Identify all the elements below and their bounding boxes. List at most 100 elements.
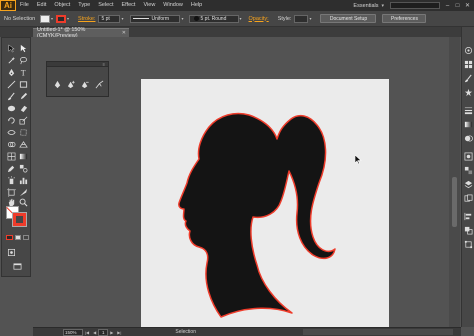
graphic-styles-panel-icon[interactable]: [464, 162, 473, 175]
chevron-down-icon[interactable]: ▾: [121, 16, 123, 21]
rotate-tool-icon[interactable]: [6, 115, 16, 125]
previous-artboard-icon[interactable]: ◀: [93, 330, 96, 335]
free-transform-tool-icon[interactable]: [18, 127, 28, 137]
artboard[interactable]: [141, 79, 389, 329]
document-tab[interactable]: Untitled-1* @ 150% (CMYK/Preview) ✕: [33, 27, 129, 39]
stroke-panel-icon[interactable]: [464, 102, 473, 115]
menu-type[interactable]: Type: [74, 0, 94, 11]
pen-tool-icon[interactable]: [6, 67, 16, 77]
magic-wand-tool-icon[interactable]: [6, 55, 16, 65]
eyedropper-tool-icon[interactable]: [6, 163, 16, 173]
menu-effect[interactable]: Effect: [118, 0, 140, 11]
variable-width-profile[interactable]: Uniform: [130, 14, 181, 23]
line-segment-tool-icon[interactable]: [6, 79, 16, 89]
none-mode-icon[interactable]: [23, 235, 29, 240]
color-mode-icon[interactable]: [15, 235, 21, 240]
silhouette-path[interactable]: [178, 112, 336, 318]
floating-tool-panel[interactable]: ≡: [46, 61, 109, 97]
blob-brush-tool-icon[interactable]: [6, 103, 16, 113]
perspective-grid-tool-icon[interactable]: [18, 139, 28, 149]
scroll-thumb[interactable]: [452, 177, 457, 227]
chevron-down-icon[interactable]: ▾: [309, 16, 311, 21]
align-panel-icon[interactable]: [464, 208, 473, 221]
document-setup-button[interactable]: Document Setup: [320, 14, 377, 23]
pencil-tool-icon[interactable]: [18, 91, 28, 101]
transform-panel-icon[interactable]: [464, 236, 473, 249]
close-icon[interactable]: ✕: [463, 1, 472, 10]
layers-panel-icon[interactable]: [464, 176, 473, 189]
chevron-down-icon[interactable]: ▾: [67, 16, 69, 21]
stroke-color-box[interactable]: [12, 212, 27, 227]
panel-header[interactable]: ≡: [47, 62, 108, 67]
eraser-tool-icon[interactable]: [18, 103, 28, 113]
menu-edit[interactable]: Edit: [33, 0, 50, 11]
vertical-scrollbar[interactable]: [449, 37, 460, 327]
artboards-panel-icon[interactable]: [464, 190, 473, 202]
scale-tool-icon[interactable]: [18, 115, 28, 125]
selection-tool-icon[interactable]: [6, 43, 16, 53]
transparency-panel-icon[interactable]: [464, 130, 473, 142]
zoom-tool-icon[interactable]: [18, 197, 28, 207]
direct-selection-tool-icon[interactable]: [18, 43, 28, 53]
brushes-panel-icon[interactable]: [464, 70, 473, 83]
paintbrush-tool-icon[interactable]: [6, 91, 16, 101]
appearance-panel-icon[interactable]: [464, 148, 473, 161]
menu-select[interactable]: Select: [94, 0, 117, 11]
screen-mode-icon[interactable]: [12, 261, 22, 271]
anchor-point-icon[interactable]: [95, 76, 104, 89]
horizontal-scrollbar[interactable]: [303, 329, 453, 335]
lasso-tool-icon[interactable]: [18, 55, 28, 65]
graphic-style-picker[interactable]: [294, 14, 309, 23]
menu-object[interactable]: Object: [50, 0, 74, 11]
preferences-button[interactable]: Preferences: [382, 14, 427, 23]
last-artboard-icon[interactable]: ▶|: [117, 330, 121, 335]
chevron-down-icon: ▾: [381, 2, 384, 9]
opacity-label[interactable]: Opacity:: [249, 16, 269, 22]
maximize-icon[interactable]: □: [453, 1, 462, 10]
chevron-down-icon[interactable]: ▾: [181, 16, 183, 21]
draw-mode-icon[interactable]: [6, 247, 16, 257]
color-panel-icon[interactable]: [464, 42, 473, 55]
brush-definition[interactable]: 5 pt. Round: [188, 14, 239, 23]
slice-tool-icon[interactable]: [18, 187, 28, 197]
pathfinder-panel-icon[interactable]: [464, 222, 473, 235]
artboard-number-field[interactable]: 1: [98, 328, 109, 336]
menu-window[interactable]: Window: [159, 0, 187, 11]
next-artboard-icon[interactable]: ▶: [110, 330, 113, 335]
menu-view[interactable]: View: [139, 0, 159, 11]
stroke-label[interactable]: Stroke:: [78, 16, 95, 22]
close-tab-icon[interactable]: ✕: [122, 30, 126, 36]
chevron-down-icon[interactable]: ▾: [51, 16, 53, 21]
workspace-switcher[interactable]: Essentials ▾: [353, 1, 384, 10]
swatches-panel-icon[interactable]: [464, 56, 473, 69]
artboard-tool-icon[interactable]: [6, 187, 16, 197]
chevron-down-icon[interactable]: ▾: [240, 16, 242, 21]
delete-anchor-point-icon[interactable]: [81, 76, 90, 89]
default-fill-stroke-icon[interactable]: [6, 235, 13, 240]
width-tool-icon[interactable]: [6, 127, 16, 137]
rectangle-tool-icon[interactable]: [18, 79, 28, 89]
first-artboard-icon[interactable]: |◀: [85, 330, 89, 335]
zoom-level-field[interactable]: 150%: [63, 328, 83, 336]
type-tool-icon[interactable]: T: [18, 67, 28, 77]
panel-menu-icon[interactable]: ≡: [103, 62, 105, 67]
menu-file[interactable]: File: [16, 0, 33, 11]
add-anchor-point-icon[interactable]: [67, 76, 76, 89]
silhouette-artwork[interactable]: [141, 79, 389, 329]
menu-help[interactable]: Help: [187, 0, 206, 11]
stroke-swatch[interactable]: [56, 14, 67, 23]
pen-tool-icon[interactable]: [53, 76, 62, 89]
control-bar: No Selection ▾ ▾ Stroke: 5 pt ▾ Uniform …: [0, 11, 474, 27]
blend-tool-icon[interactable]: [18, 163, 28, 173]
stroke-weight-field[interactable]: 5 pt: [98, 14, 121, 23]
fill-swatch[interactable]: [40, 14, 50, 23]
mesh-tool-icon[interactable]: [6, 151, 16, 161]
gradient-panel-icon[interactable]: [464, 116, 473, 128]
column-graph-tool-icon[interactable]: [18, 175, 28, 185]
help-search-input[interactable]: [390, 2, 440, 9]
symbol-sprayer-tool-icon[interactable]: [6, 175, 16, 185]
gradient-tool-icon[interactable]: [18, 151, 28, 161]
minimize-icon[interactable]: –: [443, 1, 452, 10]
shape-builder-tool-icon[interactable]: [6, 139, 16, 149]
symbols-panel-icon[interactable]: [464, 84, 473, 97]
